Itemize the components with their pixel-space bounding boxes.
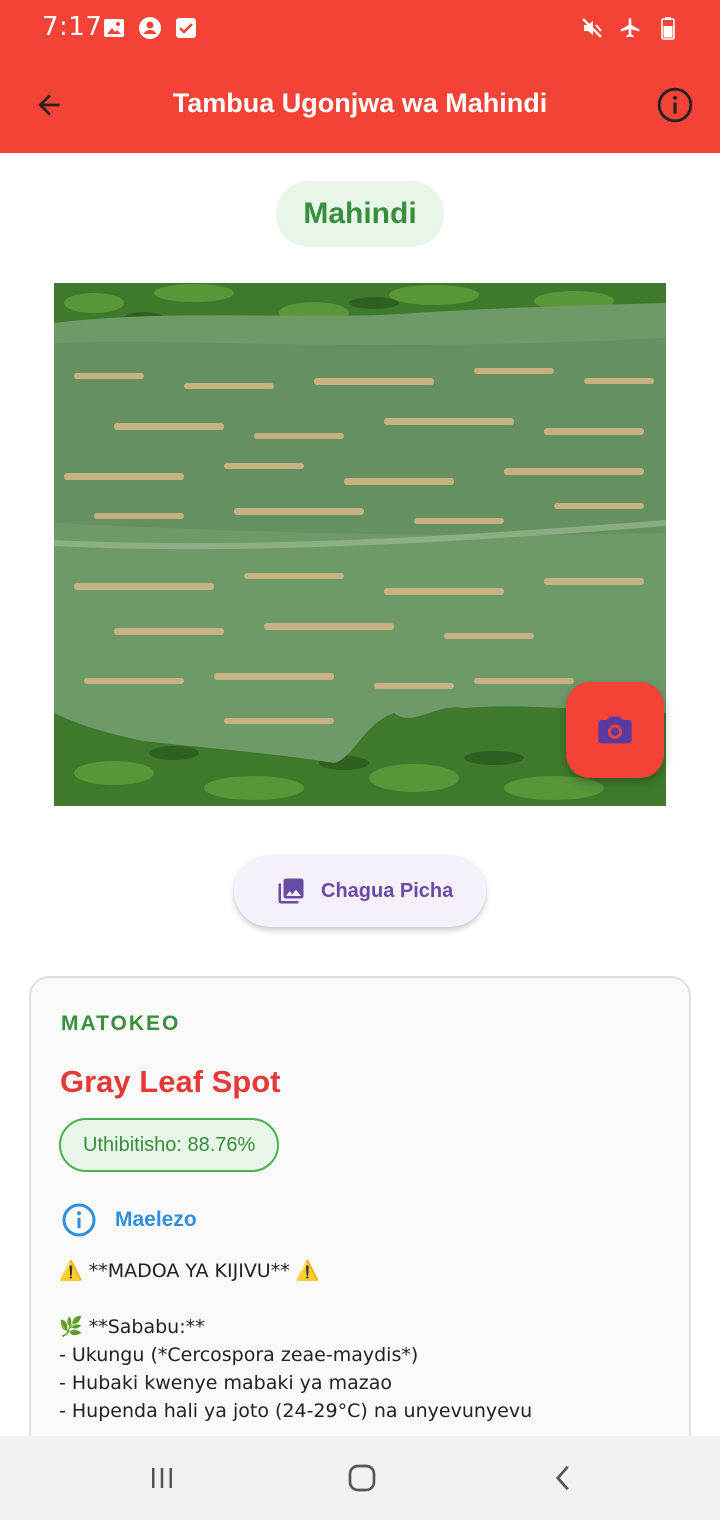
description-text: ⚠️ **MADOA YA KIJIVU** ⚠️ 🌿 **Sababu:** … xyxy=(59,1257,669,1425)
battery-icon xyxy=(661,17,675,40)
info-button[interactable] xyxy=(652,82,698,128)
recent-apps-icon xyxy=(152,1468,172,1488)
nav-back-button[interactable] xyxy=(542,1456,586,1500)
pick-image-label: Chagua Picha xyxy=(321,879,454,902)
check-box-icon xyxy=(176,18,196,38)
camera-button[interactable] xyxy=(566,682,664,778)
gallery-icon xyxy=(104,19,124,37)
description-label: Maelezo xyxy=(115,1208,197,1231)
back-icon xyxy=(555,1465,569,1491)
description-header: Maelezo xyxy=(61,1202,197,1238)
photo-library-icon xyxy=(278,878,304,904)
description-line: - Hubaki kwenye mabaki ya mazao xyxy=(59,1372,392,1394)
app-title: Tambua Ugonjwa wa Mahindi xyxy=(172,88,548,118)
navigation-bar xyxy=(0,1436,720,1520)
app-bar: Tambua Ugonjwa wa Mahindi xyxy=(0,56,720,153)
status-icons-right xyxy=(580,16,680,40)
description-line: - Ukungu (*Cercospora zeae-maydis*) xyxy=(59,1344,419,1366)
description-line: 🌿 **Sababu:** xyxy=(59,1316,205,1338)
pick-image-button[interactable]: Chagua Picha xyxy=(234,855,486,927)
home-button[interactable] xyxy=(340,1456,384,1500)
camera-icon xyxy=(598,716,632,744)
status-bar: 7:17 xyxy=(0,0,720,56)
status-time: 7:17 xyxy=(42,12,103,42)
account-circle-icon xyxy=(139,17,161,39)
result-heading: MATOKEO xyxy=(61,1012,181,1035)
disease-name: Gray Leaf Spot xyxy=(60,1064,281,1099)
recent-apps-button[interactable] xyxy=(140,1456,184,1500)
description-line: ⚠️ **MADOA YA KIJIVU** ⚠️ xyxy=(59,1260,320,1282)
home-icon xyxy=(348,1464,376,1492)
info-outline-icon xyxy=(62,1203,96,1237)
airplane-icon xyxy=(620,18,640,38)
crop-chip[interactable]: Mahindi xyxy=(276,181,444,247)
mute-icon xyxy=(582,18,602,38)
description-line: - Hupenda hali ya joto (24-29°C) na unye… xyxy=(59,1400,533,1422)
description-gap xyxy=(59,1285,669,1313)
confidence-badge: Uthibitisho: 88.76% xyxy=(59,1118,280,1172)
status-icons-left xyxy=(102,16,198,40)
info-icon xyxy=(657,87,693,123)
